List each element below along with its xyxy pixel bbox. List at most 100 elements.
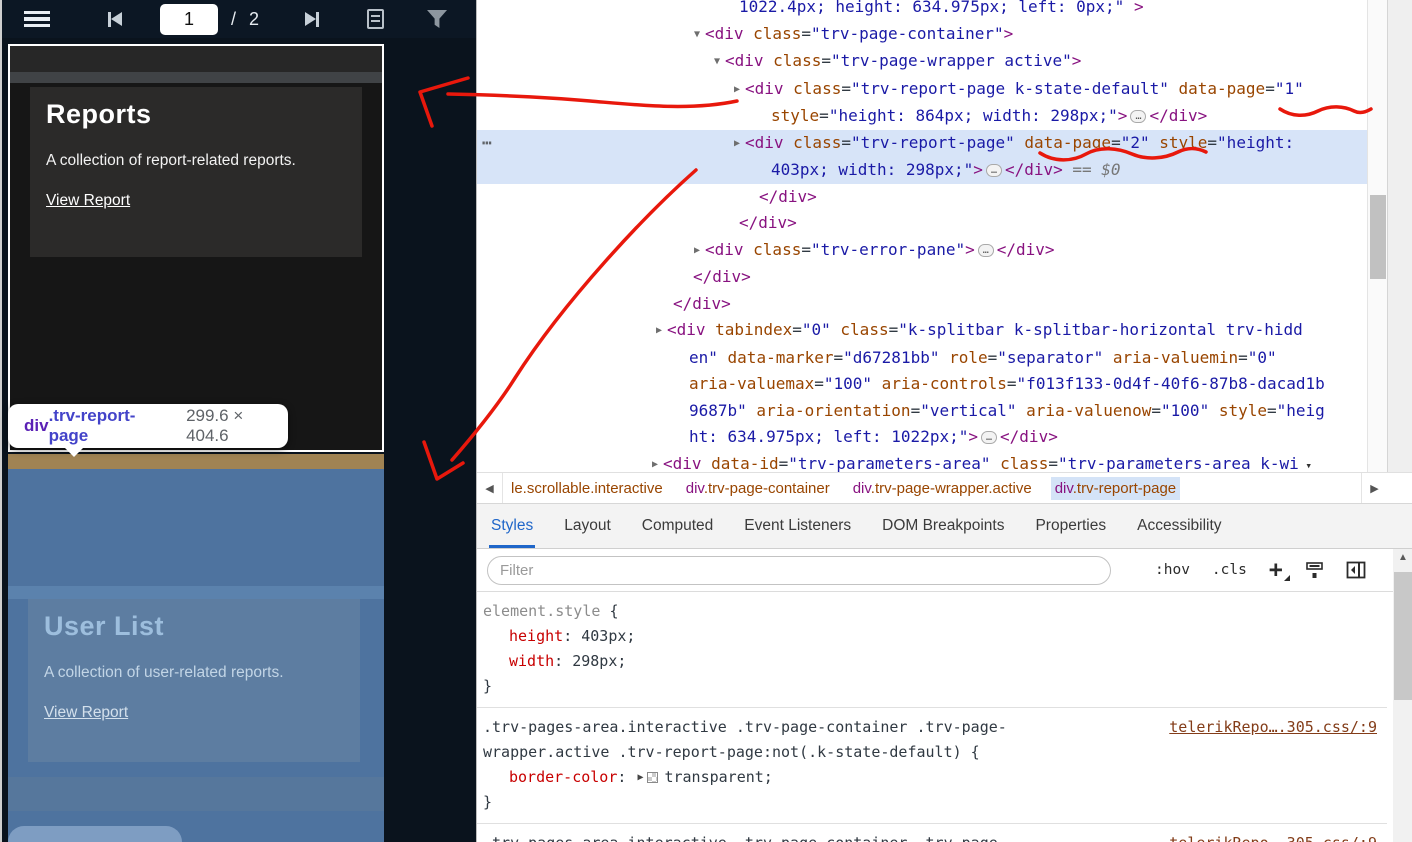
breadcrumb-scroll-left-icon[interactable]: ◀ [477, 473, 503, 503]
dock-panel-icon[interactable] [1346, 561, 1366, 579]
elements-scrollbar-thumb[interactable] [1370, 195, 1386, 279]
expand-property-icon[interactable]: ▶ [637, 772, 643, 783]
inline-style-selector: element.style [483, 602, 601, 620]
dom-tree-line[interactable]: aria-valuemax="100" aria-controls="f013f… [477, 371, 1367, 398]
breadcrumb: ◀ le.scrollable.interactive div.trv-page-… [477, 472, 1412, 504]
css-rule-border-color[interactable]: .trv-pages-area.interactive .trv-page-co… [477, 708, 1387, 824]
breadcrumb-item[interactable]: div.trv-page-container [682, 477, 834, 500]
report-page-1: Reports A collection of report-related r… [8, 44, 384, 452]
collapsed-arrow-icon[interactable]: ▶ [651, 318, 667, 345]
elements-gutter [1387, 0, 1412, 472]
collapsed-arrow-icon[interactable]: ▶ [729, 77, 745, 104]
color-swatch-icon[interactable] [647, 772, 659, 783]
page1-top-band [10, 46, 382, 72]
breadcrumb-items: le.scrollable.interactive div.trv-page-co… [503, 476, 1181, 500]
reports-card-title: Reports [46, 99, 152, 129]
dom-tree-line[interactable]: style="height: 864px; width: 298px;">… </… [477, 103, 1367, 130]
last-page-button[interactable] [305, 10, 320, 28]
next-card-peek [8, 826, 182, 842]
tab-styles[interactable]: Styles [488, 504, 536, 548]
tab-dom-breakpoints[interactable]: DOM Breakpoints [882, 504, 1004, 548]
screenshot-root: / 2 Reports A collection of report-relat… [0, 0, 1412, 842]
page2-lower-band [8, 777, 384, 811]
dom-tree-line[interactable]: ▶ <div class="trv-error-pane">… </div> [477, 237, 1367, 265]
dom-tree-line[interactable]: ▼ <div class="trv-page-wrapper active"> [477, 48, 1367, 76]
devtools-tabs: Styles Layout Computed Event Listeners DOM B… [477, 504, 1412, 549]
inline-expand-icon[interactable]: … [985, 164, 1002, 177]
collapsed-arrow-icon[interactable]: ▶ [689, 238, 705, 265]
scrollbar-up-arrow-icon[interactable]: ▲ [1393, 552, 1412, 563]
reports-view-report-link[interactable]: View Report [46, 192, 130, 210]
dom-tree-line[interactable]: </div> [477, 210, 1367, 237]
dom-tree-line[interactable]: ▼ <div class="trv-page-container"> [477, 21, 1367, 49]
new-style-rule-icon[interactable]: + [1269, 559, 1290, 582]
paint-brush-icon[interactable] [1305, 561, 1324, 580]
dom-tree-line[interactable]: </div> [477, 291, 1367, 318]
styles-scrollbar-thumb[interactable] [1394, 572, 1412, 700]
breadcrumb-scroll-right-icon[interactable]: ▶ [1361, 473, 1387, 503]
dom-tree-line[interactable]: ht: 634.975px; left: 1022px;">… </div> [477, 424, 1367, 451]
document-map-icon[interactable] [367, 9, 385, 29]
tab-accessibility[interactable]: Accessibility [1137, 504, 1221, 548]
dom-tree-line[interactable]: 1022.4px; height: 634.975px; left: 0px;"… [477, 0, 1367, 21]
dom-tree-line[interactable]: ▶ <div data-id="trv-parameters-area" clas… [477, 451, 1367, 473]
page-total: 2 [249, 8, 260, 29]
inline-expand-icon[interactable]: … [977, 243, 994, 257]
dom-tree-line[interactable]: </div> [477, 184, 1367, 211]
styles-scrollbar[interactable]: ▲ [1393, 549, 1412, 842]
dom-tree-line[interactable]: en" data-marker="d67281bb" role="separat… [477, 345, 1367, 372]
collapsed-arrow-icon[interactable]: ▶ [647, 452, 663, 473]
user-list-view-report-link[interactable]: View Report [44, 704, 128, 722]
css-property[interactable]: width: 298px; [483, 649, 1377, 674]
breadcrumb-item[interactable]: le.scrollable.interactive [507, 477, 667, 500]
first-page-triangle-icon [111, 12, 122, 26]
first-page-button[interactable] [108, 10, 122, 28]
dom-tree-line[interactable]: ▶ <div tabindex="0" class="k-splitbar k-s… [477, 317, 1367, 345]
inline-expand-icon[interactable]: … [1130, 110, 1147, 123]
dom-tree-line[interactable]: ▶ <div class="trv-report-page k-state-def… [477, 76, 1367, 104]
dom-tree-line[interactable]: ⋯ ▶ <div class="trv-report-page" data-page… [477, 129, 1367, 158]
last-page-bar-icon [316, 11, 320, 27]
tab-event-listeners[interactable]: Event Listeners [744, 504, 851, 548]
tab-properties[interactable]: Properties [1035, 504, 1106, 548]
inspect-tooltip: div .trv-report-page 299.6 × 404.6 [8, 404, 288, 457]
css-property[interactable]: height: 403px; [483, 624, 1377, 649]
css-rule-report-page[interactable]: .trv-pages-area.interactive .trv-page-co… [477, 824, 1387, 842]
breadcrumb-item[interactable]: div.trv-page-wrapper.active [849, 477, 1036, 500]
css-source-link[interactable]: telerikRepo….305.css/:9 [1169, 831, 1377, 842]
styles-pane: element.style { height: 403px; width: 298… [477, 592, 1387, 842]
dom-tree-line[interactable]: 9687b" aria-orientation="vertical" aria-… [477, 398, 1367, 425]
dom-tree-line[interactable]: </div> [477, 264, 1367, 291]
tab-computed[interactable]: Computed [642, 504, 714, 548]
report-viewer-panel: / 2 Reports A collection of report-relat… [0, 0, 476, 842]
expanded-arrow-icon[interactable]: ▼ [689, 22, 705, 49]
css-rule-properties: border-color: ▶ transparent; [483, 765, 1377, 790]
breadcrumb-item[interactable]: div.trv-report-page [1050, 476, 1181, 500]
styles-filter-input[interactable] [487, 555, 1111, 585]
row-menu-dots-icon[interactable]: ⋯ [482, 130, 492, 157]
menu-icon[interactable] [24, 10, 50, 28]
user-list-card-description: A collection of user-related reports. [44, 664, 284, 681]
filter-funnel-icon[interactable] [427, 10, 448, 28]
css-property[interactable]: border-color: ▶ transparent; [483, 765, 1377, 790]
toggle-classes-button[interactable]: .cls [1212, 562, 1247, 578]
collapsed-arrow-icon[interactable]: ▶ [729, 131, 745, 158]
tab-layout[interactable]: Layout [564, 504, 611, 548]
toggle-hover-state-button[interactable]: :hov [1155, 562, 1190, 578]
dom-tree-line[interactable]: 403px; width: 298px;">… </div> == $0 [477, 157, 1367, 184]
reports-card-description: A collection of report-related reports. [46, 152, 296, 169]
elements-scrollbar[interactable] [1367, 0, 1387, 472]
inline-expand-icon[interactable]: … [981, 431, 998, 444]
report-page-2-highlighted: User List A collection of user-related r… [8, 469, 384, 842]
page-number-input[interactable] [160, 3, 218, 35]
styles-toolbar: :hov .cls + [1155, 559, 1366, 582]
expanded-arrow-icon[interactable]: ▼ [709, 49, 725, 76]
reports-card: Reports A collection of report-related r… [30, 87, 362, 257]
last-page-triangle-icon [305, 12, 317, 26]
tooltip-element-tag: div [24, 416, 49, 435]
viewer-toolbar: / 2 [2, 0, 476, 38]
inline-style-rule[interactable]: element.style { height: 403px; width: 298… [477, 592, 1387, 708]
devtools-panel: 1022.4px; height: 634.975px; left: 0px;"… [476, 0, 1412, 842]
css-rule-selector: .trv-pages-area.interactive .trv-page-co… [483, 831, 1015, 842]
css-source-link[interactable]: telerikRepo….305.css/:9 [1169, 715, 1377, 740]
